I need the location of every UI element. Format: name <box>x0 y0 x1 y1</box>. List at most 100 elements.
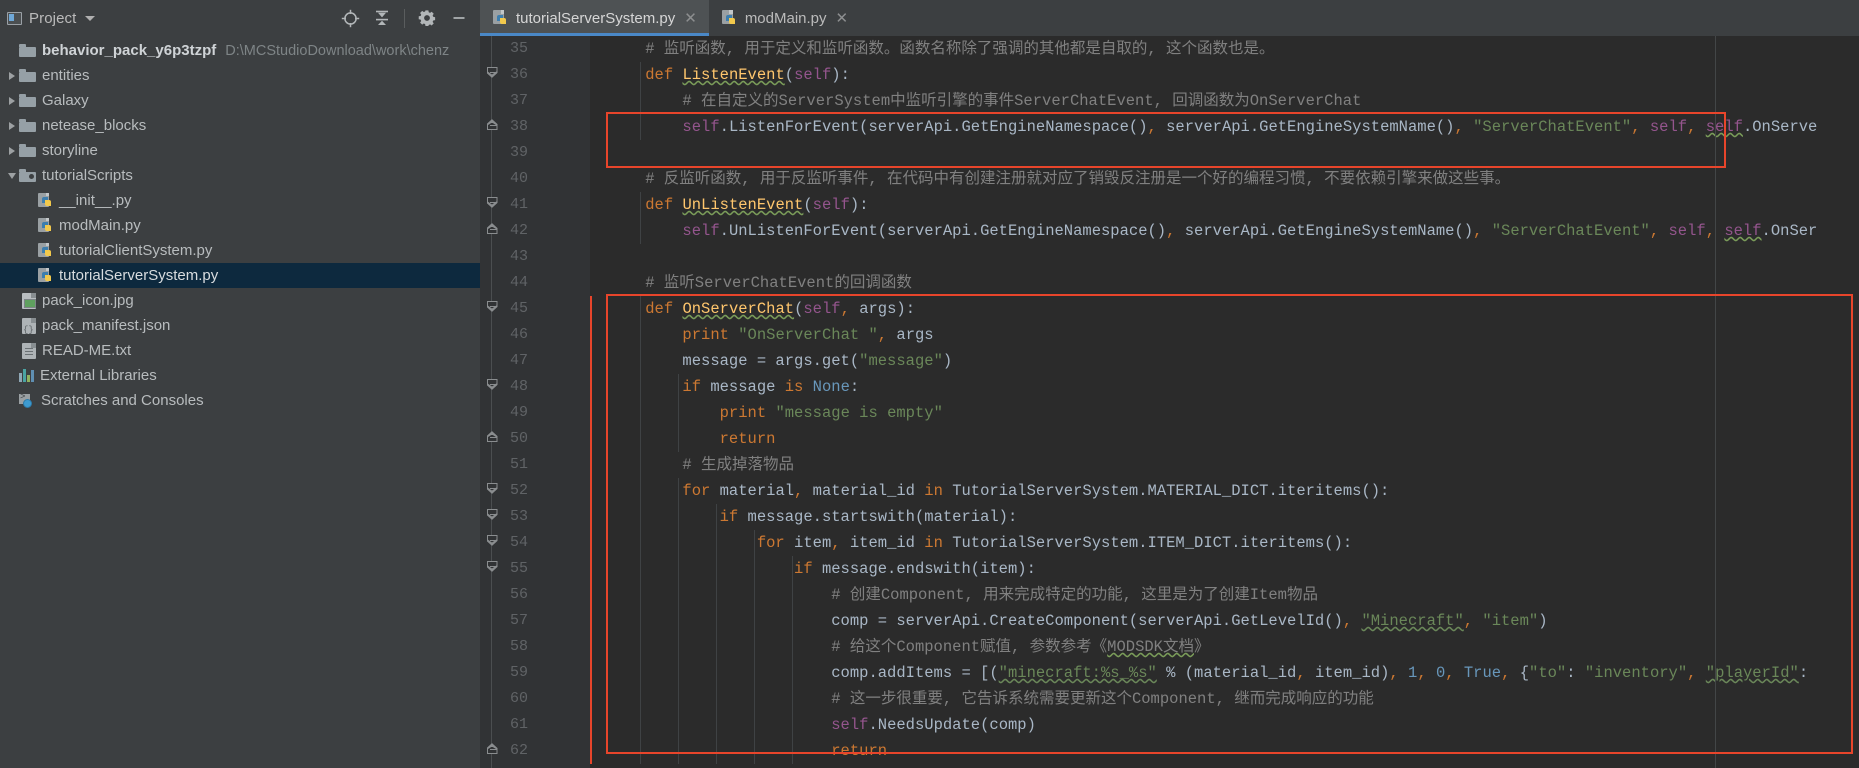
code-line-37[interactable]: # 在自定义的ServerSystem中监听引擎的事件ServerChatEve… <box>590 88 1859 114</box>
code-line-61[interactable]: self.NeedsUpdate(comp) <box>590 712 1859 738</box>
source-folder-icon <box>19 169 36 182</box>
code-line-48[interactable]: if message is None: <box>590 374 1859 400</box>
code-line-55[interactable]: if message.endswith(item): <box>590 556 1859 582</box>
code-line-40[interactable]: # 反监听函数, 用于反监听事件, 在代码中有创建注册就对应了销毁反注册是一个好… <box>590 166 1859 192</box>
tree-row-galaxy[interactable]: Galaxy <box>0 88 480 113</box>
line-number: 61 <box>509 716 528 733</box>
chevron-right-icon[interactable] <box>4 96 19 105</box>
code-line-36[interactable]: def ListenEvent(self): <box>590 62 1859 88</box>
indent-guide <box>716 504 717 764</box>
line-number: 58 <box>509 638 528 655</box>
code-line-49[interactable]: print "message is empty" <box>590 400 1859 426</box>
code-line-43[interactable] <box>590 244 1859 270</box>
close-icon[interactable]: ✕ <box>835 11 850 26</box>
indent-guide <box>640 296 641 764</box>
fold-marker-open[interactable] <box>483 374 500 400</box>
tree-label: entities <box>42 67 90 84</box>
hide-panel-icon[interactable] <box>444 3 474 33</box>
fold-marker-close[interactable] <box>483 426 500 452</box>
tree-row-scratches-and-consoles[interactable]: Scratches and Consoles <box>0 388 480 413</box>
tree-row-pack-manifest-json[interactable]: pack_manifest.json <box>0 313 480 338</box>
settings-gear-icon[interactable] <box>412 3 442 33</box>
code-line-44[interactable]: # 监听ServerChatEvent的回调函数 <box>590 270 1859 296</box>
collapse-all-icon[interactable] <box>367 3 397 33</box>
chevron-right-icon[interactable] <box>4 71 19 80</box>
project-icon <box>7 11 22 25</box>
text-file-icon <box>22 342 36 359</box>
tree-row-tutorialserversystem-py[interactable]: tutorialServerSystem.py <box>0 263 480 288</box>
tree-row-netease-blocks[interactable]: netease_blocks <box>0 113 480 138</box>
fold-marker-open[interactable] <box>483 478 500 504</box>
code-line-38[interactable]: self.ListenForEvent(serverApi.GetEngineN… <box>590 114 1859 140</box>
tree-row-tutorialscripts[interactable]: tutorialScripts <box>0 163 480 188</box>
project-panel-title[interactable]: Project <box>7 10 96 27</box>
tree-label: behavior_pack_y6p3tzpf <box>42 42 217 59</box>
tree-row-external-libraries[interactable]: External Libraries <box>0 363 480 388</box>
tree-row-tutorialclientsystem-py[interactable]: tutorialClientSystem.py <box>0 238 480 263</box>
fold-marker-open[interactable] <box>483 192 500 218</box>
line-number: 51 <box>509 456 528 473</box>
fold-marker-open[interactable] <box>483 556 500 582</box>
code-line-50[interactable]: return <box>590 426 1859 452</box>
code-line-51[interactable]: # 生成掉落物品 <box>590 452 1859 478</box>
code-line-53[interactable]: if message.startswith(material): <box>590 504 1859 530</box>
line-number: 47 <box>509 352 528 369</box>
indent-guide <box>640 192 641 244</box>
tree-label: netease_blocks <box>42 117 147 134</box>
chevron-down-icon[interactable] <box>4 172 19 179</box>
tree-row-behavior-pack[interactable]: behavior_pack_y6p3tzpf D:\MCStudioDownlo… <box>0 38 480 63</box>
code-line-56[interactable]: # 创建Component, 用来完成特定的功能, 这里是为了创建Item物品 <box>590 582 1859 608</box>
tree-label: READ-ME.txt <box>42 342 132 359</box>
tree-label: External Libraries <box>40 367 157 384</box>
tree-label: storyline <box>42 142 98 159</box>
code-line-59[interactable]: comp.addItems = [("minecraft:%s_%s" % (m… <box>590 660 1859 686</box>
line-number: 57 <box>509 612 528 629</box>
chevron-down-icon[interactable] <box>85 15 96 21</box>
python-file-icon <box>38 217 53 234</box>
tree-row-storyline[interactable]: storyline <box>0 138 480 163</box>
tree-label: pack_manifest.json <box>42 317 171 334</box>
code-line-39[interactable] <box>590 140 1859 166</box>
fold-marker-open[interactable] <box>483 62 500 88</box>
line-number: 35 <box>509 40 528 57</box>
tree-row-pack-icon-jpg[interactable]: pack_icon.jpg <box>0 288 480 313</box>
ide-body: behavior_pack_y6p3tzpf D:\MCStudioDownlo… <box>0 36 1859 768</box>
toolbar-separator <box>404 8 405 28</box>
close-icon[interactable]: ✕ <box>683 11 698 26</box>
python-file-icon <box>38 242 53 259</box>
code-text-area[interactable]: # 监听函数, 用于定义和监听函数。函数名称除了强调的其他都是自取的, 这个函数… <box>590 36 1859 768</box>
tree-label: __init__.py <box>59 192 132 209</box>
code-line-35[interactable]: # 监听函数, 用于定义和监听函数。函数名称除了强调的其他都是自取的, 这个函数… <box>590 36 1859 62</box>
tree-row-read-me-txt[interactable]: READ-ME.txt <box>0 338 480 363</box>
code-line-47[interactable]: message = args.get("message") <box>590 348 1859 374</box>
fold-marker-open[interactable] <box>483 296 500 322</box>
fold-marker-open[interactable] <box>483 530 500 556</box>
fold-marker-close[interactable] <box>483 218 500 244</box>
tab-tutorialserversystem[interactable]: tutorialServerSystem.py ✕ <box>480 0 709 36</box>
code-line-57[interactable]: comp = serverApi.CreateComponent(serverA… <box>590 608 1859 634</box>
locate-target-icon[interactable] <box>335 3 365 33</box>
code-editor[interactable]: 35 36 37 38 39 40 41 42 43 44 45 46 47 4… <box>480 36 1859 768</box>
tree-row-init-py[interactable]: __init__.py <box>0 188 480 213</box>
chevron-right-icon[interactable] <box>4 121 19 130</box>
image-file-icon <box>22 292 36 309</box>
code-line-62[interactable]: return <box>590 738 1859 764</box>
tree-row-modmain-py[interactable]: modMain.py <box>0 213 480 238</box>
project-tree[interactable]: behavior_pack_y6p3tzpf D:\MCStudioDownlo… <box>0 36 480 768</box>
code-line-54[interactable]: for item, item_id in TutorialServerSyste… <box>590 530 1859 556</box>
code-line-46[interactable]: print "OnServerChat ", args <box>590 322 1859 348</box>
code-line-42[interactable]: self.UnListenForEvent(serverApi.GetEngin… <box>590 218 1859 244</box>
code-line-52[interactable]: for material, material_id in TutorialSer… <box>590 478 1859 504</box>
code-line-60[interactable]: # 这一步很重要, 它告诉系统需要更新这个Component, 继而完成响应的功… <box>590 686 1859 712</box>
fold-marker-close[interactable] <box>483 738 500 764</box>
tab-modmain[interactable]: modMain.py ✕ <box>709 0 860 36</box>
tree-label: Scratches and Consoles <box>41 392 204 409</box>
tree-row-entities[interactable]: entities <box>0 63 480 88</box>
code-line-41[interactable]: def UnListenEvent(self): <box>590 192 1859 218</box>
code-line-45[interactable]: def OnServerChat(self, args): <box>590 296 1859 322</box>
fold-marker-close[interactable] <box>483 114 500 140</box>
fold-marker-open[interactable] <box>483 504 500 530</box>
editor-gutter[interactable]: 35 36 37 38 39 40 41 42 43 44 45 46 47 4… <box>480 36 590 768</box>
code-line-58[interactable]: # 给这个Component赋值, 参数参考《MODSDK文档》 <box>590 634 1859 660</box>
chevron-right-icon[interactable] <box>4 146 19 155</box>
